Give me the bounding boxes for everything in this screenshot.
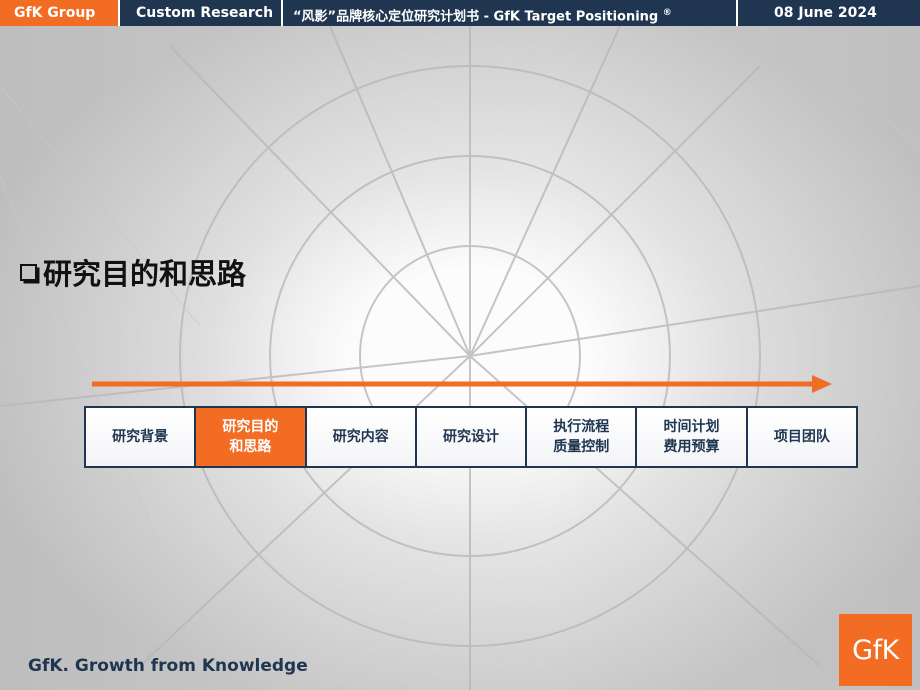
dome-structure-graphic — [0, 26, 920, 690]
division-label: Custom Research — [118, 0, 281, 26]
company-group-label: GfK Group — [0, 0, 118, 26]
gfk-logo: GfK — [839, 614, 912, 686]
footer-tagline: GfK. Growth from Knowledge — [28, 656, 308, 676]
step-tab-label: 项目团队 — [773, 429, 830, 445]
section-heading-text: 研究目的和思路 — [43, 257, 247, 291]
section-heading: 研究目的和思路 — [20, 251, 246, 293]
step-navigation: 研究背景 研究目的 和思路 研究内容 研究设计 执行流程 质量控制 时间计划 费用预算 项目… — [84, 406, 858, 468]
step-tab-2[interactable]: 研究目的 和思路 — [196, 408, 305, 466]
step-tab-label: 执行流程 质量控制 — [553, 419, 610, 455]
document-date: 08 June 2024 — [736, 0, 920, 26]
step-tab-7[interactable]: 项目团队 — [747, 408, 856, 466]
step-tab-6[interactable]: 时间计划 费用预算 — [637, 408, 746, 466]
background-image — [0, 26, 920, 690]
checkbox-bullet-icon — [20, 263, 37, 281]
step-tab-label: 研究设计 — [442, 429, 499, 445]
step-tab-3[interactable]: 研究内容 — [306, 408, 415, 466]
step-tab-label: 研究背景 — [112, 429, 169, 445]
step-tab-label: 研究目的 和思路 — [222, 419, 279, 455]
step-tab-5[interactable]: 执行流程 质量控制 — [527, 408, 636, 466]
document-title: “风影”品牌核心定位研究计划书 - GfK Target Positioning… — [281, 0, 736, 26]
document-title-text: “风影”品牌核心定位研究计划书 - GfK Target Positioning — [293, 9, 659, 25]
step-tab-label: 研究内容 — [332, 429, 389, 445]
step-tab-1[interactable]: 研究背景 — [86, 408, 195, 466]
step-tab-label: 时间计划 费用预算 — [663, 419, 720, 455]
registered-mark: ® — [662, 8, 672, 18]
header-bar: GfK Group Custom Research “风影”品牌核心定位研究计划… — [0, 0, 920, 26]
progress-arrow-icon — [92, 375, 832, 393]
step-tab-4[interactable]: 研究设计 — [416, 408, 526, 466]
